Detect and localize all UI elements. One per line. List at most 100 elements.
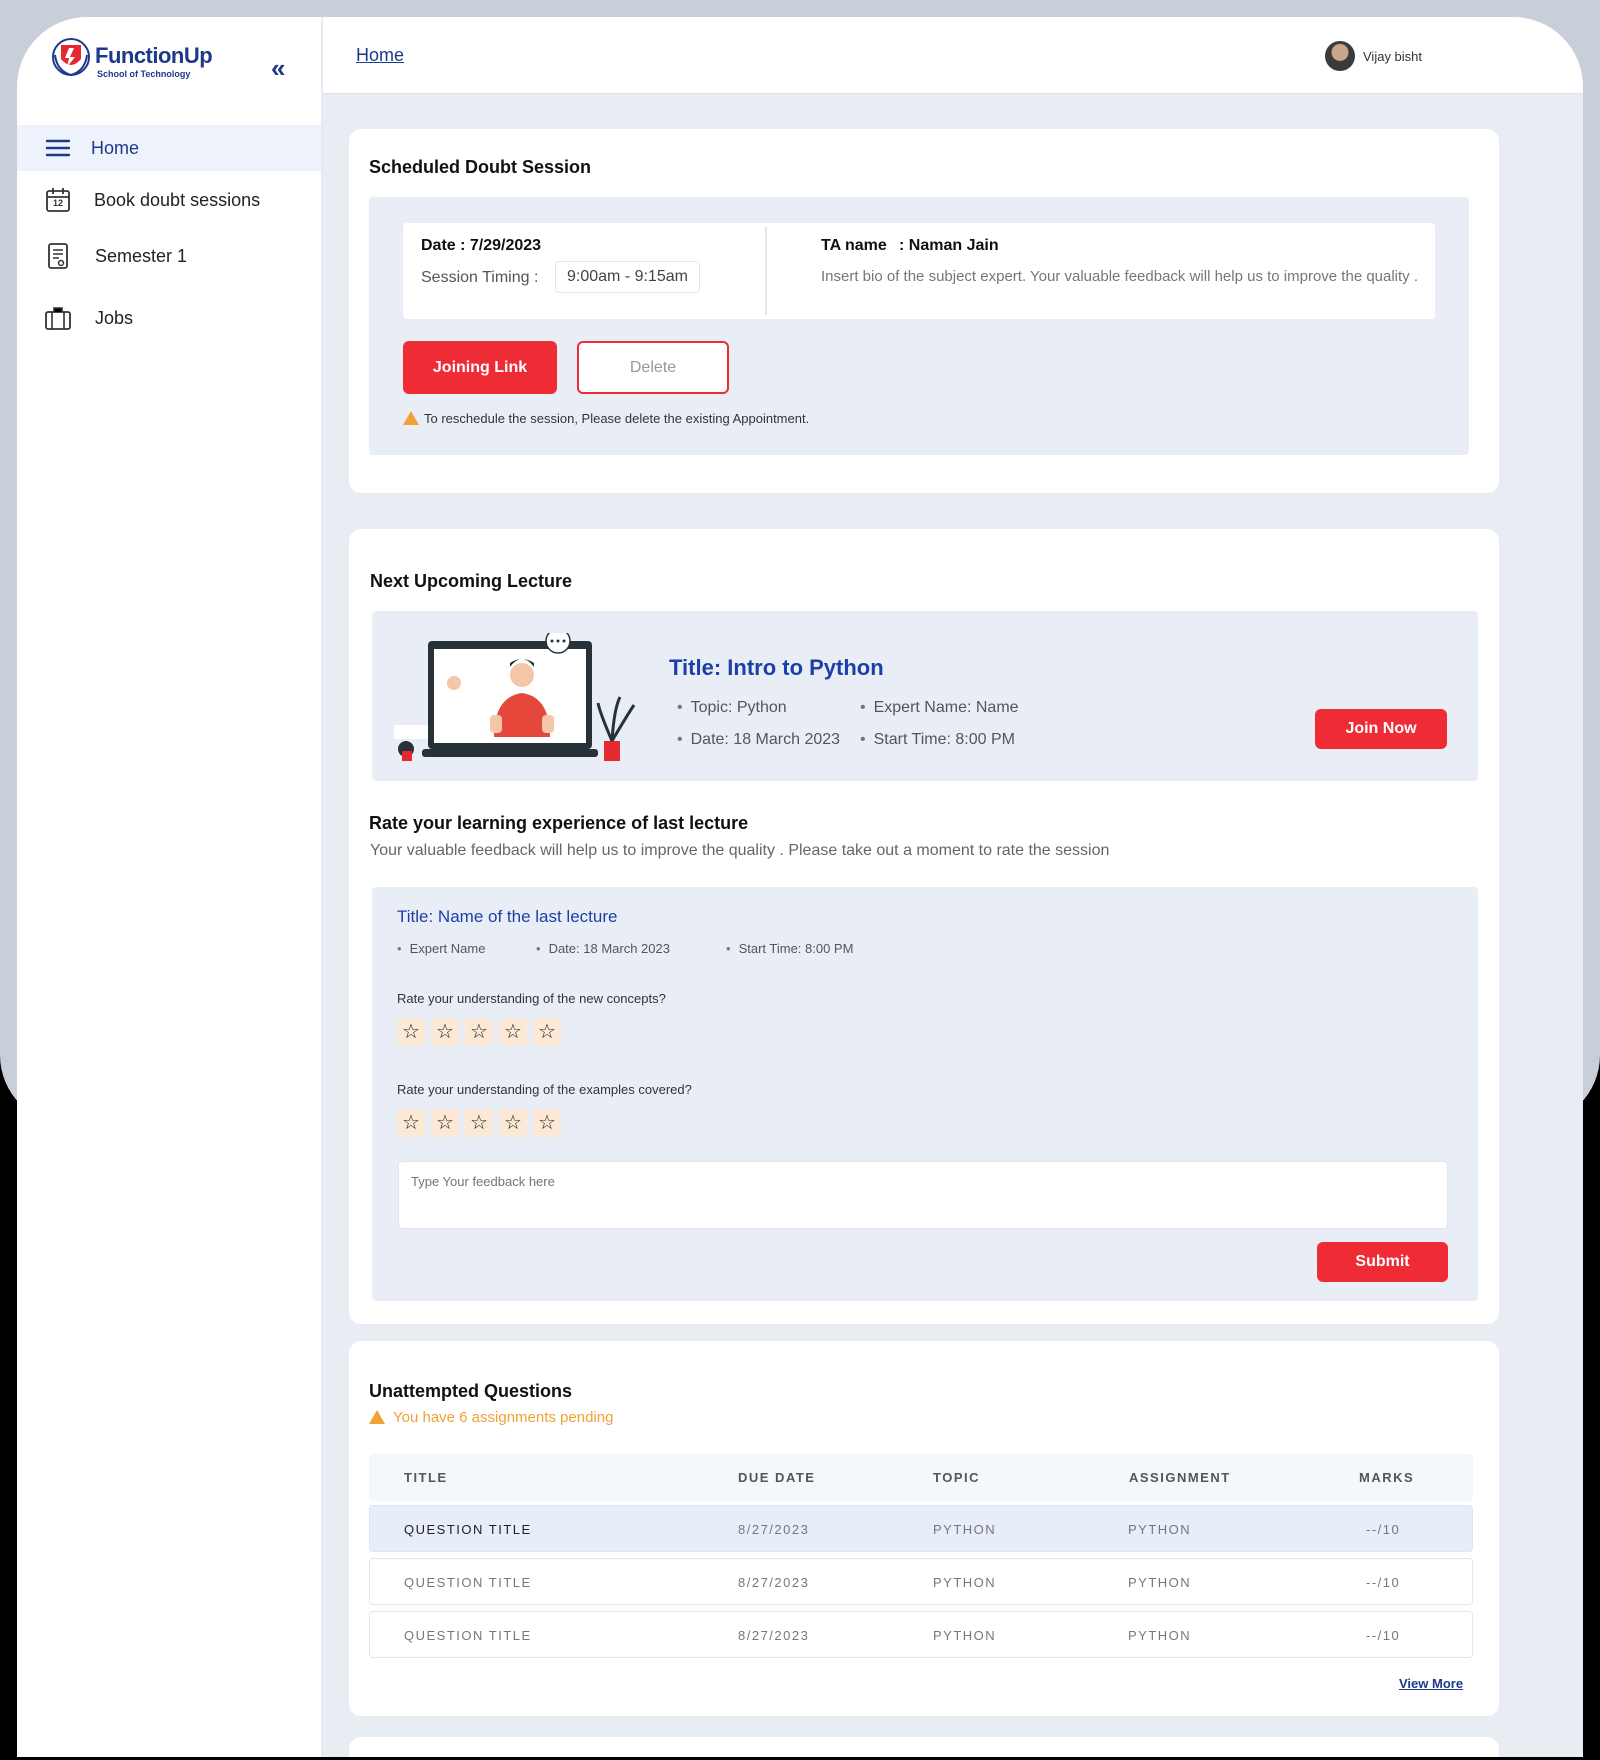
question-title: QUESTION TITLE <box>404 1628 532 1643</box>
question-title: QUESTION TITLE <box>404 1575 532 1590</box>
calendar-day: 12 <box>52 198 63 208</box>
join-now-button[interactable]: Join Now <box>1315 709 1447 749</box>
table-row[interactable]: QUESTION TITLE 8/27/2023 PYTHON PYTHON -… <box>369 1611 1473 1658</box>
column-header-due-date: DUE DATE <box>738 1470 816 1485</box>
section-title: Scheduled Doubt Session <box>369 157 592 177</box>
rating-subtitle: Your valuable feedback will help us to i… <box>370 842 1110 859</box>
last-lecture-title: Title: Name of the last lecture <box>397 907 618 926</box>
section-title: Next Upcoming Lecture <box>370 571 573 591</box>
session-timing-label: Session Timing : <box>421 269 539 286</box>
menu-icon <box>45 139 71 157</box>
table-row[interactable]: QUESTION TITLE 8/27/2023 PYTHON PYTHON -… <box>369 1558 1473 1605</box>
warning-icon <box>369 1410 385 1424</box>
column-header-marks: MARKS <box>1359 1470 1415 1485</box>
star-rating-5-icon[interactable]: ☆ <box>533 1109 561 1137</box>
sidebar: FunctionUp School of Technology « Home 1… <box>17 17 323 1757</box>
star-rating-3-icon[interactable]: ☆ <box>465 1018 493 1046</box>
rating-panel: Title: Name of the last lecture Expert N… <box>372 887 1478 1301</box>
column-header-topic: TOPIC <box>933 1470 980 1485</box>
details-divider <box>765 227 767 315</box>
session-panel: Date : 7/29/2023 Session Timing : 9:00am… <box>369 197 1469 455</box>
submit-button[interactable]: Submit <box>1317 1242 1448 1282</box>
marks: --/10 <box>1366 1522 1401 1537</box>
star-rating-4-icon[interactable]: ☆ <box>499 1018 527 1046</box>
lecture-title[interactable]: Title: Intro to Python <box>669 655 884 681</box>
star-rating-5-icon[interactable]: ☆ <box>533 1018 561 1046</box>
scheduled-session-card: Scheduled Doubt Session Date : 7/29/2023… <box>349 129 1499 493</box>
question-title: QUESTION TITLE <box>404 1522 532 1537</box>
warning-icon <box>403 411 419 425</box>
session-details: Date : 7/29/2023 Session Timing : 9:00am… <box>403 223 1435 319</box>
ta-name-label: TA name <box>821 237 887 254</box>
user-name[interactable]: Vijay bisht <box>1363 49 1422 64</box>
star-rating-2-icon[interactable]: ☆ <box>431 1018 459 1046</box>
ta-name-value: : Naman Jain <box>899 237 999 254</box>
sidebar-item-label: Jobs <box>95 307 134 328</box>
due-date: 8/27/2023 <box>738 1575 810 1590</box>
rating-title: Rate your learning experience of last le… <box>369 813 749 833</box>
session-date: Date : 7/29/2023 <box>421 237 542 254</box>
feedback-input[interactable] <box>398 1161 1448 1229</box>
joining-link-button[interactable]: Joining Link <box>403 341 557 394</box>
topic: PYTHON <box>933 1522 997 1537</box>
sidebar-item-label: Book doubt sessions <box>94 189 261 210</box>
lecture-topic: Topic: Python <box>677 699 787 717</box>
rating-question-2: Rate your understanding of the examples … <box>397 1082 692 1097</box>
star-rating-3-icon[interactable]: ☆ <box>465 1109 493 1137</box>
collapse-sidebar-icon[interactable]: « <box>271 55 285 81</box>
assignment: PYTHON <box>1128 1628 1192 1643</box>
last-lecture-date: Date: 18 March 2023 <box>536 941 670 956</box>
brand-name: FunctionUp <box>95 43 213 68</box>
sidebar-item-label: Semester 1 <box>95 245 188 266</box>
table-row[interactable]: QUESTION TITLE 8/27/2023 PYTHON PYTHON -… <box>369 1505 1473 1552</box>
assignment: PYTHON <box>1128 1522 1192 1537</box>
star-rating-4-icon[interactable]: ☆ <box>499 1109 527 1137</box>
rating-stars-examples: ☆ ☆ ☆ ☆ ☆ <box>397 1109 561 1137</box>
certificate-icon <box>48 243 68 269</box>
avatar[interactable] <box>1325 41 1355 71</box>
calendar-icon: 12 <box>45 187 71 213</box>
marks: --/10 <box>1366 1575 1401 1590</box>
delete-button[interactable]: Delete <box>577 341 729 394</box>
lecture-expert: Expert Name: Name <box>860 699 1019 717</box>
table-header: TITLE DUE DATE TOPIC ASSIGNMENT MARKS <box>369 1454 1473 1501</box>
ta-bio: Insert bio of the subject expert. Your v… <box>821 268 1419 285</box>
next-section-card <box>349 1737 1499 1757</box>
upcoming-lecture-card: Next Upcoming Lecture Title: Intro to Py… <box>349 529 1499 1324</box>
column-header-title: TITLE <box>404 1470 448 1485</box>
star-rating-1-icon[interactable]: ☆ <box>397 1109 425 1137</box>
pending-assignments: You have 6 assignments pending <box>393 1409 614 1426</box>
unattempted-questions-card: Unattempted Questions You have 6 assignm… <box>349 1341 1499 1716</box>
sidebar-item-label: Home <box>91 137 140 158</box>
brand-logo[interactable]: FunctionUp School of Technology <box>51 31 226 87</box>
rating-stars-concepts: ☆ ☆ ☆ ☆ ☆ <box>397 1018 561 1046</box>
briefcase-icon <box>45 307 71 330</box>
lecture-illustration-icon <box>394 633 636 761</box>
topic: PYTHON <box>933 1575 997 1590</box>
upcoming-lecture-panel: Title: Intro to Python Topic: Python Exp… <box>372 611 1478 781</box>
lecture-date: Date: 18 March 2023 <box>677 731 840 749</box>
star-rating-1-icon[interactable]: ☆ <box>397 1018 425 1046</box>
app-screen: FunctionUp School of Technology « Home 1… <box>17 17 1583 1757</box>
lecture-start-time: Start Time: 8:00 PM <box>860 731 1015 749</box>
last-lecture-start-time: Start Time: 8:00 PM <box>726 941 854 956</box>
topic: PYTHON <box>933 1628 997 1643</box>
brand-tagline: School of Technology <box>97 69 191 79</box>
rating-question-1: Rate your understanding of the new conce… <box>397 991 666 1006</box>
column-header-assignment: ASSIGNMENT <box>1129 1470 1231 1485</box>
main-content: Home Vijay bisht Scheduled Doubt Session… <box>323 17 1583 1757</box>
marks: --/10 <box>1366 1628 1401 1643</box>
star-rating-2-icon[interactable]: ☆ <box>431 1109 459 1137</box>
assignment: PYTHON <box>1128 1575 1192 1590</box>
sidebar-item-home[interactable]: Home <box>17 125 321 171</box>
top-bar: Home Vijay bisht <box>323 17 1583 94</box>
view-more-link[interactable]: View More <box>1399 1676 1463 1691</box>
sidebar-item-jobs[interactable]: Jobs <box>17 295 321 341</box>
due-date: 8/27/2023 <box>738 1628 810 1643</box>
due-date: 8/27/2023 <box>738 1522 810 1537</box>
sidebar-item-book-doubt-sessions[interactable]: 12 Book doubt sessions <box>17 177 321 223</box>
session-timing-value: 9:00am - 9:15am <box>555 261 700 293</box>
breadcrumb-home[interactable]: Home <box>356 45 404 66</box>
last-lecture-expert: Expert Name <box>397 941 486 956</box>
sidebar-item-semester-1[interactable]: Semester 1 <box>17 233 321 279</box>
